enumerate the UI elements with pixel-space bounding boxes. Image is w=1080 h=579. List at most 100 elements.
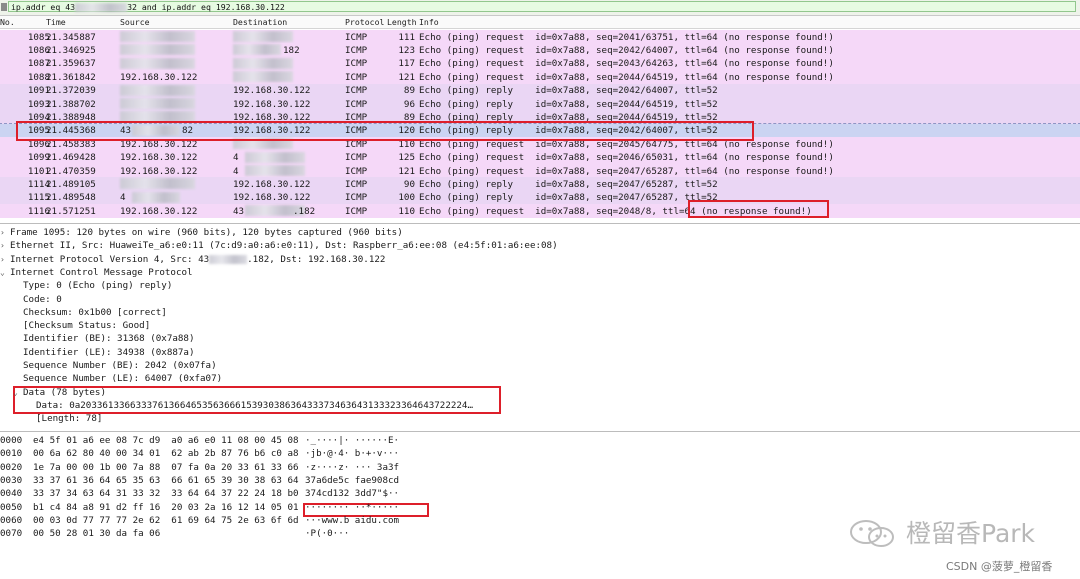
hex-offset: 0000 (0, 435, 23, 446)
packet-info: Echo (ping) reply id=0x7a88, seq=2042/64… (419, 85, 718, 97)
packet-destination: 192.168.30.122 (233, 85, 311, 97)
packet-info: Echo (ping) reply id=0x7a88, seq=2047/65… (419, 192, 718, 204)
detail-identifier-be[interactable]: Identifier (BE): 31368 (0x7a88) (23, 333, 194, 346)
filter-text-end: 32 and ip.addr eq 192.168.30.122 (127, 2, 285, 12)
filter-text-start: ip.addr eq 43 (11, 2, 76, 12)
packet-row[interactable]: 1086 21.346925 182 ICMP 123 Echo (ping) reque… (0, 43, 1080, 57)
detail-data-value[interactable]: Data: 0a20336133663337613664653563666153… (36, 400, 473, 413)
column-no[interactable]: No. (0, 17, 15, 27)
bookmark-icon[interactable] (1, 3, 7, 11)
detail-icmp-code[interactable]: Code: 0 (23, 294, 62, 307)
packet-source: 43 (120, 125, 132, 137)
packet-info: Echo (ping) reply id=0x7a88, seq=2042/64… (419, 125, 718, 137)
detail-sequence-le[interactable]: Sequence Number (LE): 64007 (0xfa07) (23, 373, 222, 386)
hex-offset: 0060 (0, 514, 23, 526)
packet-row[interactable]: 1101 21.470359 192.168.30.122 4 ICMP 121 Echo … (0, 164, 1080, 178)
packet-list[interactable]: 1085 21.345887 ICMP 111 Echo (ping) request … (0, 30, 1080, 219)
packet-info: Echo (ping) request id=0x7a88, seq=2048/… (419, 205, 812, 217)
packet-row[interactable]: 1085 21.345887 ICMP 111 Echo (ping) request … (0, 30, 1080, 44)
detail-data[interactable]: ⌄ Data (78 bytes) (13, 387, 106, 400)
packet-protocol: ICMP (345, 125, 368, 137)
hex-ascii: 37a6de5c fae908cd (305, 474, 400, 486)
display-filter-bar: ip.addr eq 43 32 and ip.addr eq 192.168.3… (0, 0, 1080, 16)
expand-arrow-icon[interactable]: › (0, 241, 10, 250)
packet-destination: 43 (233, 205, 245, 217)
packet-source-tail: 82 (182, 125, 194, 137)
packet-time: 21.445368 (46, 125, 96, 137)
detail-checksum-status[interactable]: [Checksum Status: Good] (23, 320, 150, 333)
redacted-ip-blur (233, 71, 293, 83)
detail-ethernet[interactable]: › Ethernet II, Src: HuaweiTe_a6:e0:11 (7c… (0, 240, 558, 253)
expand-arrow-icon[interactable]: › (0, 228, 10, 237)
column-info[interactable]: Info (419, 17, 439, 27)
packet-info: Echo (ping) request id=0x7a88, seq=2047/… (419, 165, 834, 177)
packet-row[interactable]: 1095 21.445368 43 82 192.168.30.122 ICMP 120 Ec… (0, 122, 1080, 139)
detail-sequence-be[interactable]: Sequence Number (BE): 2042 (0x07fa) (23, 360, 217, 373)
detail-icmp-checksum[interactable]: Checksum: 0x1b00 [correct] (23, 307, 167, 320)
hex-bytes: b1 c4 84 a8 91 d2 ff 16 20 03 2a 16 12 1… (33, 501, 299, 513)
packet-row[interactable]: 1116 21.571251 192.168.30.122 43.182 ICMP 110… (0, 204, 1080, 218)
hex-bytes: 00 03 0d 77 77 77 2e 62 61 69 64 75 2e 6… (33, 514, 299, 526)
column-length[interactable]: Length (387, 17, 417, 27)
column-source[interactable]: Source (120, 17, 150, 27)
packet-protocol: ICMP (345, 98, 368, 110)
packet-source: 192.168.30.122 (120, 205, 198, 217)
hex-offset: 0070 (0, 528, 23, 540)
packet-length: 90 (403, 178, 415, 190)
display-filter-input[interactable]: ip.addr eq 43 32 and ip.addr eq 192.168.3… (8, 1, 1076, 12)
packet-details-pane[interactable]: › Frame 1095: 120 bytes on wire (960 bits… (0, 223, 1080, 429)
column-destination[interactable]: Destination (233, 17, 287, 27)
packet-length: 123 (398, 44, 415, 56)
detail-data-length[interactable]: [Length: 78] (36, 413, 102, 426)
packet-length: 125 (398, 152, 415, 164)
detail-frame[interactable]: › Frame 1095: 120 bytes on wire (960 bits… (0, 227, 403, 240)
packet-row[interactable]: 1093 21.388702 192.168.30.122 ICMP 96 Echo (p… (0, 97, 1080, 111)
detail-icmp-type[interactable]: Type: 0 (Echo (ping) reply) (23, 280, 172, 293)
packet-row[interactable]: 1099 21.469428 192.168.30.122 4 ICMP 125 Echo … (0, 150, 1080, 164)
packet-time: 21.388702 (46, 98, 96, 110)
expand-arrow-icon[interactable]: › (0, 255, 10, 264)
column-protocol[interactable]: Protocol (345, 17, 384, 27)
redacted-ip-blur (120, 178, 195, 190)
watermark-text: 橙留香Park (906, 519, 1036, 548)
packet-row[interactable]: 1096 21.458383 192.168.30.122 ICMP 110 Echo (… (0, 137, 1080, 151)
packet-time: 21.489548 (46, 192, 96, 204)
hex-offset: 0040 (0, 488, 23, 500)
hex-ascii: ·P(·0··· (305, 528, 350, 540)
packet-row[interactable]: 1115 21.489548 4 192.168.30.122 ICMP 100 Echo … (0, 190, 1080, 205)
packet-protocol: ICMP (345, 44, 368, 56)
packet-length: 111 (398, 31, 415, 43)
hex-bytes: 1e 7a 00 00 1b 00 7a 88 07 fa 0a 20 33 6… (33, 461, 299, 473)
redacted-ip-blur (120, 57, 195, 69)
column-time[interactable]: Time (46, 17, 66, 27)
detail-ipv4[interactable]: › Internet Protocol Version 4, Src: 43.18… (0, 254, 385, 267)
packet-destination: 192.168.30.122 (233, 98, 311, 110)
collapse-arrow-icon[interactable]: ⌄ (13, 388, 23, 397)
packet-time: 21.469428 (46, 152, 96, 164)
packet-length: 96 (403, 98, 415, 110)
packet-length: 89 (403, 85, 415, 97)
packet-destination-tail: 182 (283, 44, 300, 56)
packet-time: 21.346925 (46, 44, 96, 56)
packet-length: 120 (398, 125, 415, 137)
hex-ascii: ·_····|· ······E· (305, 435, 400, 446)
collapse-arrow-icon[interactable]: ⌄ (0, 268, 10, 277)
redacted-ip-blur (120, 98, 195, 109)
redacted-ip-blur (209, 254, 248, 264)
redacted-ip-blur (233, 138, 293, 150)
detail-identifier-le[interactable]: Identifier (LE): 34938 (0x887a) (23, 347, 194, 360)
packet-destination: 192.168.30.122 (233, 125, 311, 137)
packet-bytes-pane[interactable]: 0000 e4 5f 01 a6 ee 08 7c d9 a0 a6 e0 11 … (0, 431, 1080, 579)
detail-icmp[interactable]: ⌄ Internet Control Message Protocol (0, 267, 193, 280)
hex-ascii: ········ ··*····· (305, 501, 400, 513)
packet-time: 21.489105 (46, 178, 96, 190)
packet-length: 121 (398, 165, 415, 177)
packet-time: 21.388948 (46, 111, 96, 123)
packet-row[interactable]: 1088 21.361842 192.168.30.122 ICMP 121 Echo (… (0, 70, 1080, 84)
packet-time: 21.361842 (46, 71, 96, 83)
packet-row[interactable]: 1114 21.489105 192.168.30.122 ICMP 90 Echo (p… (0, 177, 1080, 191)
packet-row[interactable]: 1091 21.372039 192.168.30.122 ICMP 89 Echo (p… (0, 83, 1080, 97)
packet-row[interactable]: 1094 21.388948 192.168.30.122 ICMP 89 Echo (p… (0, 110, 1080, 124)
packet-row[interactable]: 1087 21.359637 ICMP 117 Echo (ping) request … (0, 56, 1080, 71)
packet-info: Echo (ping) reply id=0x7a88, seq=2044/64… (419, 111, 718, 123)
